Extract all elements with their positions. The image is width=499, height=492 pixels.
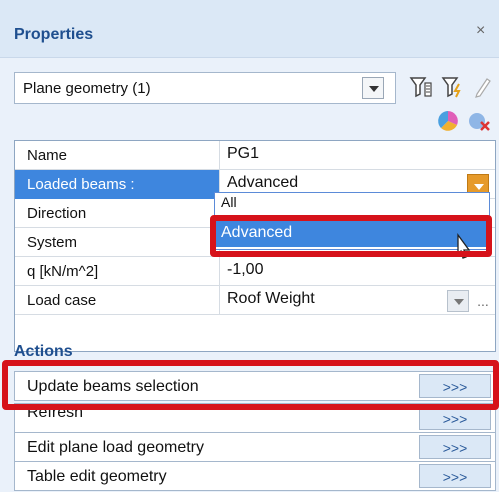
property-value[interactable]: Advanced (227, 174, 298, 192)
property-row-load-case[interactable]: Load case Roof Weight ... (15, 286, 495, 315)
property-label: q [kN/m^2] (27, 263, 99, 280)
property-value[interactable]: PG1 (227, 145, 259, 163)
option-label: All (221, 194, 237, 210)
selection-combo[interactable]: Plane geometry (1) (14, 72, 396, 104)
property-label: Loaded beams : (27, 176, 135, 193)
property-value[interactable]: -1,00 (227, 261, 263, 279)
ellipsis-button[interactable]: ... (473, 290, 493, 312)
column-divider (219, 141, 220, 170)
highlight-box (2, 360, 499, 410)
filter-lightning-icon[interactable] (440, 74, 466, 100)
property-label: Direction (27, 205, 87, 222)
filter-icon[interactable] (408, 74, 434, 100)
property-value[interactable]: Roof Weight (227, 290, 315, 308)
color-wheel-icon[interactable] (435, 108, 461, 134)
action-label: Edit plane load geometry (27, 439, 204, 456)
action-run-button[interactable]: >>> (419, 464, 491, 488)
color-remove-icon[interactable] (466, 108, 492, 134)
highlight-box (210, 215, 492, 257)
close-icon[interactable]: × (476, 23, 490, 39)
chevron-down-icon[interactable] (447, 290, 469, 312)
pencil-icon[interactable] (470, 74, 496, 100)
property-label: Load case (27, 292, 97, 309)
selection-combo-value: Plane geometry (1) (23, 80, 151, 97)
property-row-q[interactable]: q [kN/m^2] -1,00 (15, 257, 495, 286)
action-row[interactable]: Table edit geometry >>> (14, 461, 496, 491)
column-divider (219, 257, 220, 286)
property-label: System (27, 234, 78, 251)
column-divider (219, 286, 220, 315)
selected-label-bg: Loaded beams : (15, 170, 219, 199)
actions-title: Actions (14, 343, 73, 360)
chevron-down-icon[interactable] (362, 77, 384, 99)
action-label: Table edit geometry (27, 468, 167, 485)
action-row[interactable]: Edit plane load geometry >>> (14, 432, 496, 462)
property-label: Name (27, 147, 68, 164)
panel-title: Properties (14, 26, 94, 43)
property-row-name[interactable]: Name PG1 (15, 141, 495, 170)
action-run-button[interactable]: >>> (419, 435, 491, 459)
